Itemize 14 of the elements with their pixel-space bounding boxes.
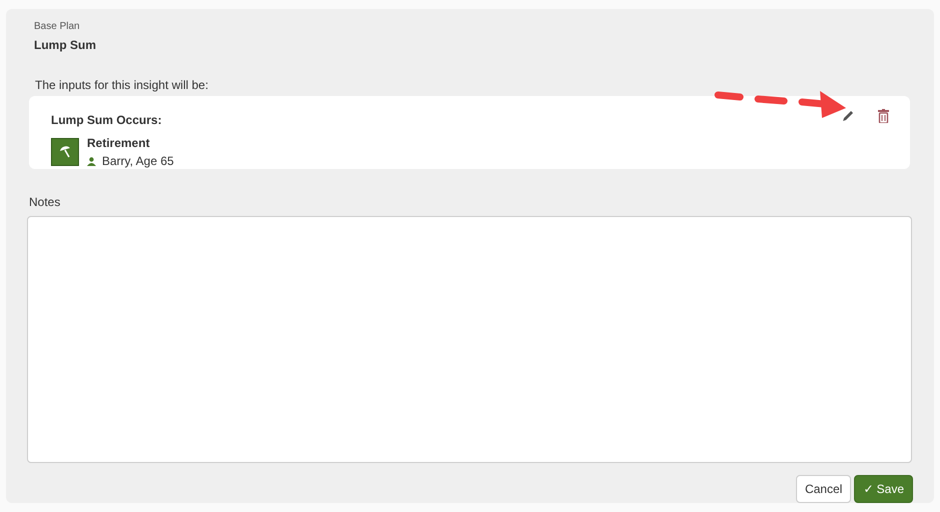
input-heading: Lump Sum Occurs: — [51, 112, 162, 129]
edit-icon[interactable] — [842, 110, 854, 122]
trash-icon[interactable] — [878, 109, 889, 123]
save-button[interactable]: ✓ Save — [854, 475, 913, 503]
person-icon — [87, 156, 96, 166]
cancel-button[interactable]: Cancel — [796, 475, 852, 503]
plan-label: Base Plan — [34, 20, 80, 34]
umbrella-icon — [51, 138, 79, 166]
insight-title: Lump Sum — [34, 37, 96, 54]
notes-field[interactable] — [27, 216, 912, 463]
inputs-label: The inputs for this insight will be: — [35, 77, 208, 94]
person-age: Barry, Age 65 — [102, 153, 174, 170]
event-name: Retirement — [87, 135, 150, 152]
notes-label: Notes — [29, 194, 60, 211]
